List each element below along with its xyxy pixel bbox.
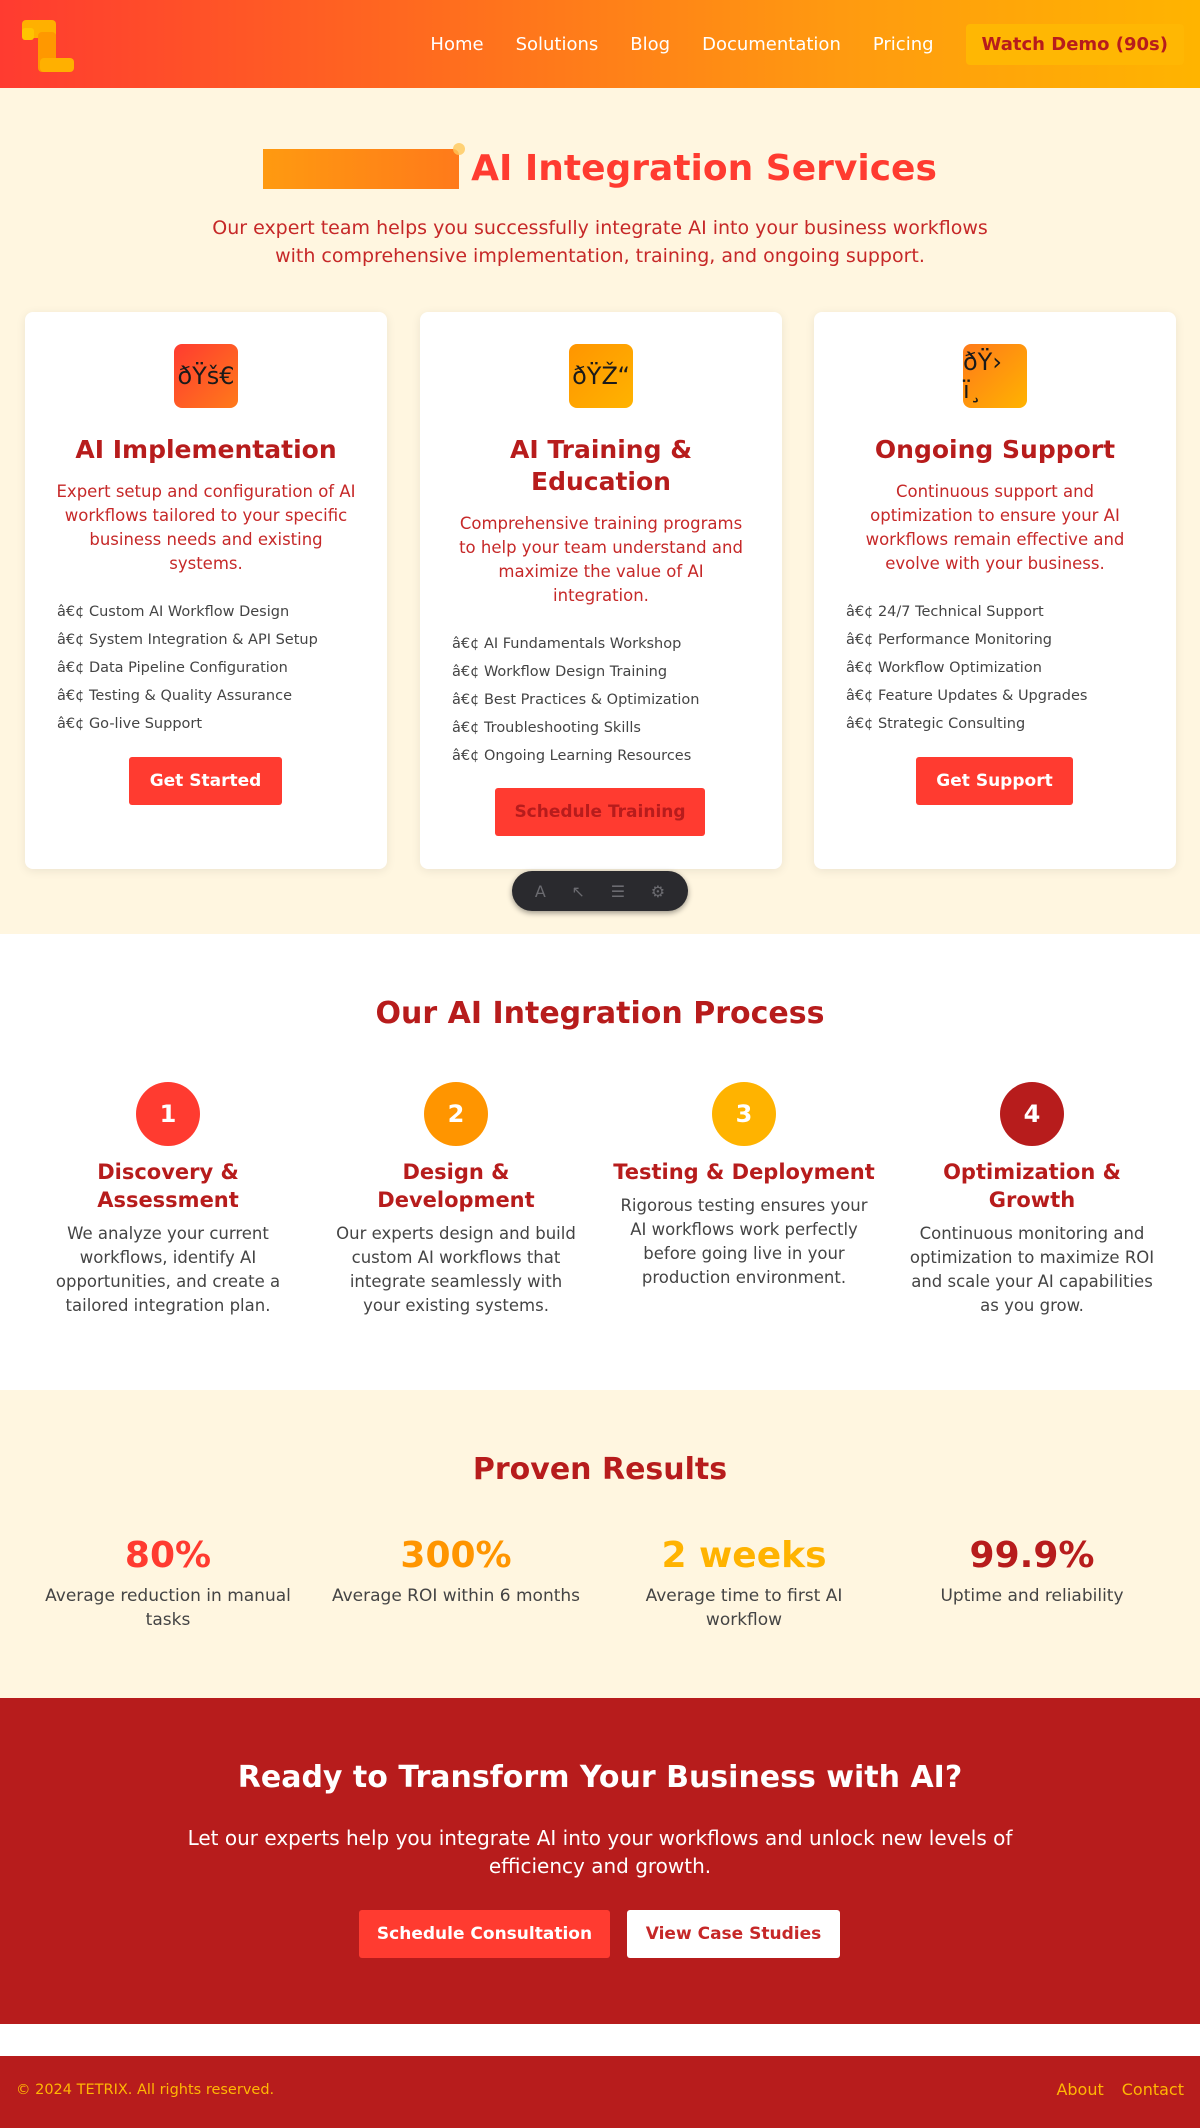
rocket-icon: ðŸš€ xyxy=(174,344,238,408)
nav-links: Home Solutions Blog Documentation Pricin… xyxy=(430,0,1200,88)
step-description: Our experts design and build custom AI w… xyxy=(336,1224,576,1315)
graduation-cap-icon: ðŸŽ“ xyxy=(569,344,633,408)
feature-list: â€¢ 24/7 Technical Support â€¢ Performan… xyxy=(846,598,1088,738)
top-nav: Home Solutions Blog Documentation Pricin… xyxy=(0,0,1200,88)
card-title: AI Implementation xyxy=(75,435,337,464)
footer-link-about[interactable]: About xyxy=(1056,2080,1103,2099)
cta-title: Ready to Transform Your Business with AI… xyxy=(237,1760,963,1795)
stat-value: 2 weeks xyxy=(661,1535,827,1576)
step-number-badge: 4 xyxy=(1000,1082,1064,1146)
nav-link-home[interactable]: Home xyxy=(430,34,483,55)
stat-label: Uptime and reliability xyxy=(940,1586,1124,1606)
feature-item: â€¢ Workflow Optimization xyxy=(846,660,1042,676)
inspect-icon[interactable]: ☰ xyxy=(611,882,625,901)
hero-title-row: AI Integration Services xyxy=(0,142,1200,189)
feature-item: â€¢ Troubleshooting Skills xyxy=(452,720,641,736)
step-description: Continuous monitoring and optimization t… xyxy=(909,1224,1155,1315)
cursor-icon[interactable]: ↖ xyxy=(572,882,585,901)
hero-subtitle: Our expert team helps you successfully i… xyxy=(212,217,988,267)
nav-link-solutions[interactable]: Solutions xyxy=(516,34,599,55)
schedule-consultation-button[interactable]: Schedule Consultation xyxy=(359,1910,610,1958)
step-number-badge: 2 xyxy=(424,1082,488,1146)
card-title: AI Training & Education xyxy=(510,435,692,496)
text-icon[interactable]: A xyxy=(535,882,546,901)
step-title: Optimization & Growth xyxy=(943,1160,1121,1212)
view-case-studies-button[interactable]: View Case Studies xyxy=(627,1910,840,1958)
card-description: Comprehensive training programs to help … xyxy=(459,514,743,605)
nav-link-blog[interactable]: Blog xyxy=(630,34,670,55)
stat-label: Average time to first AI workflow xyxy=(645,1586,843,1630)
footer-copyright: © 2024 TETRIX. All rights reserved. xyxy=(16,2082,275,2098)
process-title: Our AI Integration Process xyxy=(375,996,825,1031)
step-number-badge: 1 xyxy=(136,1082,200,1146)
feature-item: â€¢ Best Practices & Optimization xyxy=(452,692,700,708)
results-title: Proven Results xyxy=(472,1452,728,1487)
stat-label: Average ROI within 6 months xyxy=(331,1586,581,1606)
stat-block: 300% Average ROI within 6 months xyxy=(326,1534,586,1608)
footer-links: About Contact xyxy=(1038,2080,1184,2099)
stat-value: 80% xyxy=(124,1535,212,1576)
tools-icon: ðŸ› ï¸ xyxy=(963,344,1027,408)
page-title: AI Integration Services xyxy=(471,148,937,189)
card-description: Expert setup and configuration of AI wor… xyxy=(56,482,356,573)
feature-item: â€¢ Workflow Design Training xyxy=(452,664,668,680)
step-description: Rigorous testing ensures your AI workflo… xyxy=(620,1196,868,1287)
card-description: Continuous support and optimization to e… xyxy=(865,482,1125,573)
feature-item: â€¢ 24/7 Technical Support xyxy=(846,604,1044,620)
feature-item: â€¢ Custom AI Workflow Design xyxy=(57,604,290,620)
footer: © 2024 TETRIX. All rights reserved. Abou… xyxy=(0,2056,1200,2128)
nav-link-pricing[interactable]: Pricing xyxy=(873,34,934,55)
service-card-training: ðŸŽ“ AI Training & Education Comprehensi… xyxy=(420,312,782,869)
service-card-implementation: ðŸš€ AI Implementation Expert setup and … xyxy=(25,312,387,869)
process-step: 4 Optimization & Growth Continuous monit… xyxy=(897,1082,1167,1318)
hero-accent-bar xyxy=(263,142,466,189)
stat-block: 80% Average reduction in manual tasks xyxy=(38,1534,298,1632)
stat-block: 99.9% Uptime and reliability xyxy=(902,1534,1162,1608)
card-title: Ongoing Support xyxy=(874,435,1116,464)
service-card-support: ðŸ› ï¸ Ongoing Support Continuous suppor… xyxy=(814,312,1176,869)
feature-item: â€¢ Strategic Consulting xyxy=(846,716,1026,732)
process-step: 1 Discovery & Assessment We analyze your… xyxy=(33,1082,303,1318)
process-step: 3 Testing & Deployment Rigorous testing … xyxy=(609,1082,879,1290)
feature-list: â€¢ AI Fundamentals Workshop â€¢ Workflo… xyxy=(452,630,699,770)
step-number-badge: 3 xyxy=(712,1082,776,1146)
process-section: Our AI Integration Process 1 Discovery &… xyxy=(0,934,1200,1390)
feature-item: â€¢ Testing & Quality Assurance xyxy=(57,688,293,704)
floating-toolbar: A ↖ ☰ ⚙ xyxy=(512,871,688,911)
feature-item: â€¢ Go-live Support xyxy=(57,716,203,732)
stat-value: 300% xyxy=(400,1535,512,1576)
results-section: Proven Results 80% Average reduction in … xyxy=(0,1390,1200,1698)
get-started-button[interactable]: Get Started xyxy=(129,757,282,805)
step-title: Design & Development xyxy=(377,1160,535,1212)
stat-value: 99.9% xyxy=(969,1535,1095,1576)
footer-link-contact[interactable]: Contact xyxy=(1122,2080,1184,2099)
schedule-training-button[interactable]: Schedule Training xyxy=(495,788,705,836)
feature-item: â€¢ Ongoing Learning Resources xyxy=(452,748,692,764)
feature-list: â€¢ Custom AI Workflow Design â€¢ System… xyxy=(57,598,318,738)
feature-item: â€¢ Data Pipeline Configuration xyxy=(57,660,288,676)
feature-item: â€¢ Performance Monitoring xyxy=(846,632,1052,648)
stat-label: Average reduction in manual tasks xyxy=(45,1586,291,1630)
tetrix-logo-icon[interactable] xyxy=(22,20,74,72)
stat-block: 2 weeks Average time to first AI workflo… xyxy=(614,1534,874,1632)
cta-section: Ready to Transform Your Business with AI… xyxy=(0,1698,1200,2024)
settings-icon[interactable]: ⚙ xyxy=(651,882,665,901)
feature-item: â€¢ Feature Updates & Upgrades xyxy=(846,688,1088,704)
process-step: 2 Design & Development Our experts desig… xyxy=(321,1082,591,1318)
step-title: Discovery & Assessment xyxy=(97,1160,239,1212)
feature-item: â€¢ System Integration & API Setup xyxy=(57,632,318,648)
step-description: We analyze your current workflows, ident… xyxy=(55,1224,281,1315)
watch-demo-button[interactable]: Watch Demo (90s) xyxy=(965,23,1184,65)
services-section: AI Integration Services Our expert team … xyxy=(0,88,1200,934)
step-title: Testing & Deployment xyxy=(613,1160,875,1184)
nav-link-documentation[interactable]: Documentation xyxy=(702,34,841,55)
feature-item: â€¢ AI Fundamentals Workshop xyxy=(452,636,682,652)
cta-subtitle: Let our experts help you integrate AI in… xyxy=(187,1826,1013,1878)
get-support-button[interactable]: Get Support xyxy=(916,757,1073,805)
